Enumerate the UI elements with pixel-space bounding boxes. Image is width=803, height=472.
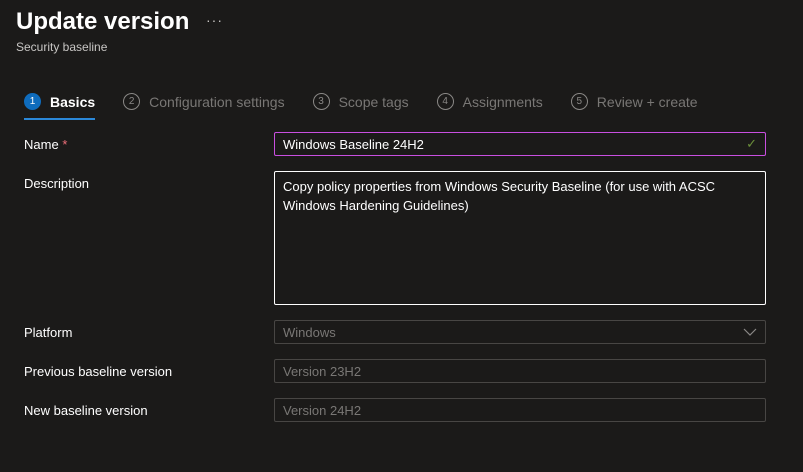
new-version-value: Version 24H2 — [283, 402, 362, 418]
step-label: Assignments — [462, 94, 543, 110]
previous-version-value: Version 23H2 — [283, 363, 362, 379]
tab-configuration-settings[interactable]: 2 Configuration settings — [123, 92, 285, 120]
step-label: Scope tags — [338, 94, 409, 110]
platform-dropdown: Windows — [274, 320, 766, 344]
name-label-text: Name — [24, 137, 59, 152]
name-input[interactable]: Windows Baseline 24H2 ✓ — [274, 132, 766, 156]
description-label: Description — [24, 176, 90, 191]
previous-version-field: Version 23H2 — [274, 359, 766, 383]
name-value: Windows Baseline 24H2 — [283, 136, 424, 152]
step-label: Review + create — [596, 94, 698, 110]
page-title: Update version — [16, 8, 190, 35]
tab-scope-tags[interactable]: 3 Scope tags — [312, 92, 409, 120]
description-value: Copy policy properties from Windows Secu… — [283, 179, 716, 213]
step-number: 5 — [570, 93, 588, 110]
name-label: Name * — [24, 137, 67, 152]
wizard-steps: 1 Basics 2 Configuration settings 3 Scope t… — [24, 92, 726, 120]
new-version-field: Version 24H2 — [274, 398, 766, 422]
more-options-button[interactable]: ··· — [206, 12, 223, 28]
tab-basics[interactable]: 1 Basics — [24, 92, 96, 120]
step-label: Configuration settings — [149, 94, 285, 110]
checkmark-icon: ✓ — [746, 136, 757, 151]
step-label: Basics — [50, 94, 96, 110]
platform-value: Windows — [283, 324, 336, 340]
required-asterisk: * — [62, 137, 68, 152]
previous-version-label: Previous baseline version — [24, 364, 173, 379]
description-textarea[interactable]: Copy policy properties from Windows Secu… — [274, 171, 766, 305]
step-number: 1 — [24, 93, 41, 110]
page-subtitle: Security baseline — [16, 40, 108, 54]
step-number: 2 — [123, 93, 141, 110]
tab-assignments[interactable]: 4 Assignments — [436, 92, 543, 120]
new-version-label: New baseline version — [24, 403, 148, 418]
platform-label: Platform — [24, 325, 73, 340]
chevron-down-icon — [743, 328, 757, 336]
tab-review-create[interactable]: 5 Review + create — [570, 92, 698, 120]
step-number: 4 — [436, 93, 454, 110]
step-number: 3 — [312, 93, 330, 110]
